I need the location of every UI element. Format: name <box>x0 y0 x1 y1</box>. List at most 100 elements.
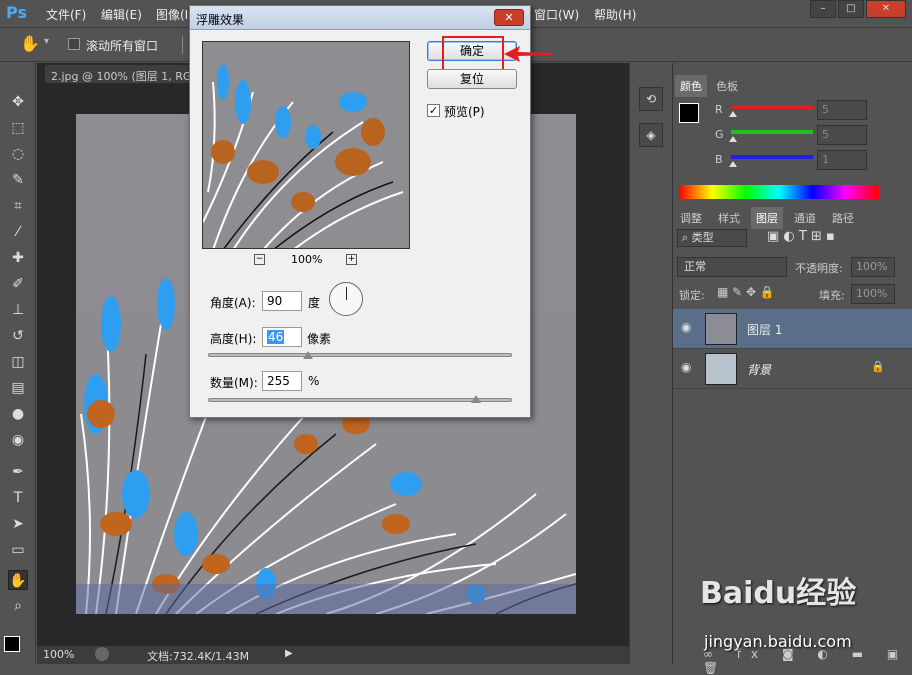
dialog-close-icon[interactable]: ✕ <box>494 9 524 26</box>
search-icon: ⌕ <box>682 231 692 244</box>
menu-image[interactable]: 图像(I) <box>156 6 193 23</box>
preview-image <box>203 42 409 248</box>
shape-tool-icon[interactable]: ▭ <box>8 540 28 560</box>
filter-preview[interactable] <box>202 41 410 249</box>
tab-adjustments[interactable]: 调整 <box>675 207 707 229</box>
chevron-down-icon[interactable]: ▾ <box>44 36 49 47</box>
channel-label: G <box>715 128 724 141</box>
channel-label: R <box>715 103 723 116</box>
preview-label: 预览(P) <box>444 105 485 119</box>
maximize-button[interactable]: □ <box>838 0 864 18</box>
scroll-all-checkbox[interactable] <box>68 38 80 50</box>
emboss-dialog: 浮雕效果 ✕ − 100% + 确定 复位 ✓ 预览(P) 角度(A): 90 … <box>189 5 554 418</box>
status-icon[interactable] <box>95 647 109 661</box>
gradient-tool-icon[interactable]: ▤ <box>8 378 28 398</box>
visibility-eye-icon[interactable]: ◉ <box>681 360 691 374</box>
height-slider-thumb[interactable] <box>303 351 314 359</box>
lock-icons[interactable]: ▦ ✎ ✥ 🔒 <box>717 285 775 299</box>
layer-filter-select[interactable]: ⌕ 类型 <box>677 229 747 247</box>
layer-name: 背景 <box>747 363 772 377</box>
height-slider-track[interactable] <box>208 353 512 357</box>
zoom-level[interactable]: 100% <box>43 648 74 661</box>
color-channel-row: R5 <box>673 100 912 123</box>
angle-dial-needle <box>346 287 347 300</box>
dodge-tool-icon[interactable]: ◉ <box>8 430 28 450</box>
layer-row[interactable]: ◉ 图层 1 <box>673 309 912 349</box>
baidu-watermark: Baidu经验 <box>700 576 857 611</box>
channel-slider-thumb[interactable] <box>729 161 737 167</box>
move-tool-icon[interactable]: ✥ <box>8 92 28 112</box>
eraser-tool-icon[interactable]: ◫ <box>8 352 28 372</box>
channel-value-field[interactable]: 5 <box>817 100 867 120</box>
filter-label: 类型 <box>691 231 714 244</box>
reset-button[interactable]: 复位 <box>427 69 517 89</box>
path-select-tool-icon[interactable]: ➤ <box>8 514 28 534</box>
minimize-button[interactable]: – <box>810 0 836 18</box>
blur-tool-icon[interactable]: ● <box>8 404 28 424</box>
fill-field[interactable]: 100% <box>851 284 895 304</box>
tab-channels[interactable]: 通道 <box>789 207 821 229</box>
quick-select-tool-icon[interactable]: ✎ <box>8 170 28 190</box>
channel-slider[interactable] <box>731 130 813 134</box>
preview-zoom: 100% <box>291 253 323 266</box>
marquee-tool-icon[interactable]: ⬚ <box>8 118 28 138</box>
foreground-color-swatch[interactable] <box>4 636 20 652</box>
layer-footer-icons[interactable]: ∞ fx ◙ ◐ ▬ ▣ 🗑 <box>703 647 912 675</box>
channel-value-field[interactable]: 5 <box>817 125 867 145</box>
channel-slider-thumb[interactable] <box>729 111 737 117</box>
menu-edit[interactable]: 编辑(E) <box>101 6 142 23</box>
menu-file[interactable]: 文件(F) <box>46 6 86 23</box>
angle-field[interactable]: 90 <box>262 291 302 311</box>
menu-help[interactable]: 帮助(H) <box>594 6 636 23</box>
tab-styles[interactable]: 样式 <box>713 207 745 229</box>
dialog-title-bar: 浮雕效果 ✕ <box>190 6 530 30</box>
menu-window[interactable]: 窗口(W) <box>534 6 579 23</box>
tab-paths[interactable]: 路径 <box>827 207 859 229</box>
baidu-url: jingyan.baidu.com <box>704 632 852 651</box>
crop-tool-icon[interactable]: ⌗ <box>8 196 28 216</box>
scroll-all-label: 滚动所有窗口 <box>86 39 159 53</box>
channel-value-field[interactable]: 1 <box>817 150 867 170</box>
zoom-tool-icon[interactable]: ⌕ <box>8 596 28 616</box>
3d-icon[interactable]: ◈ <box>639 123 663 147</box>
close-button[interactable]: ✕ <box>866 0 906 18</box>
type-tool-icon[interactable]: T <box>8 488 28 508</box>
height-label: 高度(H): <box>210 332 257 346</box>
channel-slider-thumb[interactable] <box>729 136 737 142</box>
filter-icons[interactable]: ▣ ◐ T ⊞ ▪ <box>767 229 835 244</box>
angle-dial[interactable] <box>329 282 363 316</box>
tools-panel: ✥ ⬚ ◌ ✎ ⌗ ⁄ ✚ ✐ ⊥ ↺ ◫ ▤ ● ◉ ✒ T ➤ ▭ ✋ ⌕ <box>0 62 36 664</box>
zoom-in-icon[interactable]: + <box>346 254 357 265</box>
healing-tool-icon[interactable]: ✚ <box>8 248 28 268</box>
layer-row[interactable]: ◉ 背景 🔒 <box>673 349 912 389</box>
fill-label: 填充: <box>819 289 845 302</box>
amount-field[interactable]: 255 <box>262 371 302 391</box>
lasso-tool-icon[interactable]: ◌ <box>8 144 28 164</box>
channel-slider[interactable] <box>731 105 813 109</box>
hand-icon[interactable]: ✋ <box>20 34 40 53</box>
preview-checkbox[interactable]: ✓ <box>427 104 440 117</box>
channel-slider[interactable] <box>731 155 813 159</box>
hand-tool-icon[interactable]: ✋ <box>8 570 28 590</box>
blend-mode-select[interactable]: 正常 <box>677 257 787 277</box>
tab-color[interactable]: 颜色 <box>675 75 707 97</box>
color-spectrum[interactable] <box>679 185 879 199</box>
document-tab[interactable]: 2.jpg @ 100% (图层 1, RG <box>44 64 199 84</box>
history-brush-icon[interactable]: ↺ <box>8 326 28 346</box>
zoom-out-icon[interactable]: − <box>254 254 265 265</box>
stamp-tool-icon[interactable]: ⊥ <box>8 300 28 320</box>
visibility-eye-icon[interactable]: ◉ <box>681 320 691 334</box>
height-value: 46 <box>267 330 285 344</box>
tab-swatches[interactable]: 色板 <box>711 75 743 97</box>
brush-tool-icon[interactable]: ✐ <box>8 274 28 294</box>
height-field[interactable]: 46 <box>262 327 302 347</box>
amount-slider-track[interactable] <box>208 398 512 402</box>
history-icon[interactable]: ⟲ <box>639 87 663 111</box>
status-arrow-icon[interactable]: ▶ <box>285 648 293 659</box>
pen-tool-icon[interactable]: ✒ <box>8 462 28 482</box>
amount-unit: % <box>308 374 320 388</box>
amount-slider-thumb[interactable] <box>470 395 481 403</box>
tab-layers[interactable]: 图层 <box>751 207 783 229</box>
eyedropper-tool-icon[interactable]: ⁄ <box>8 222 28 242</box>
opacity-field[interactable]: 100% <box>851 257 895 277</box>
